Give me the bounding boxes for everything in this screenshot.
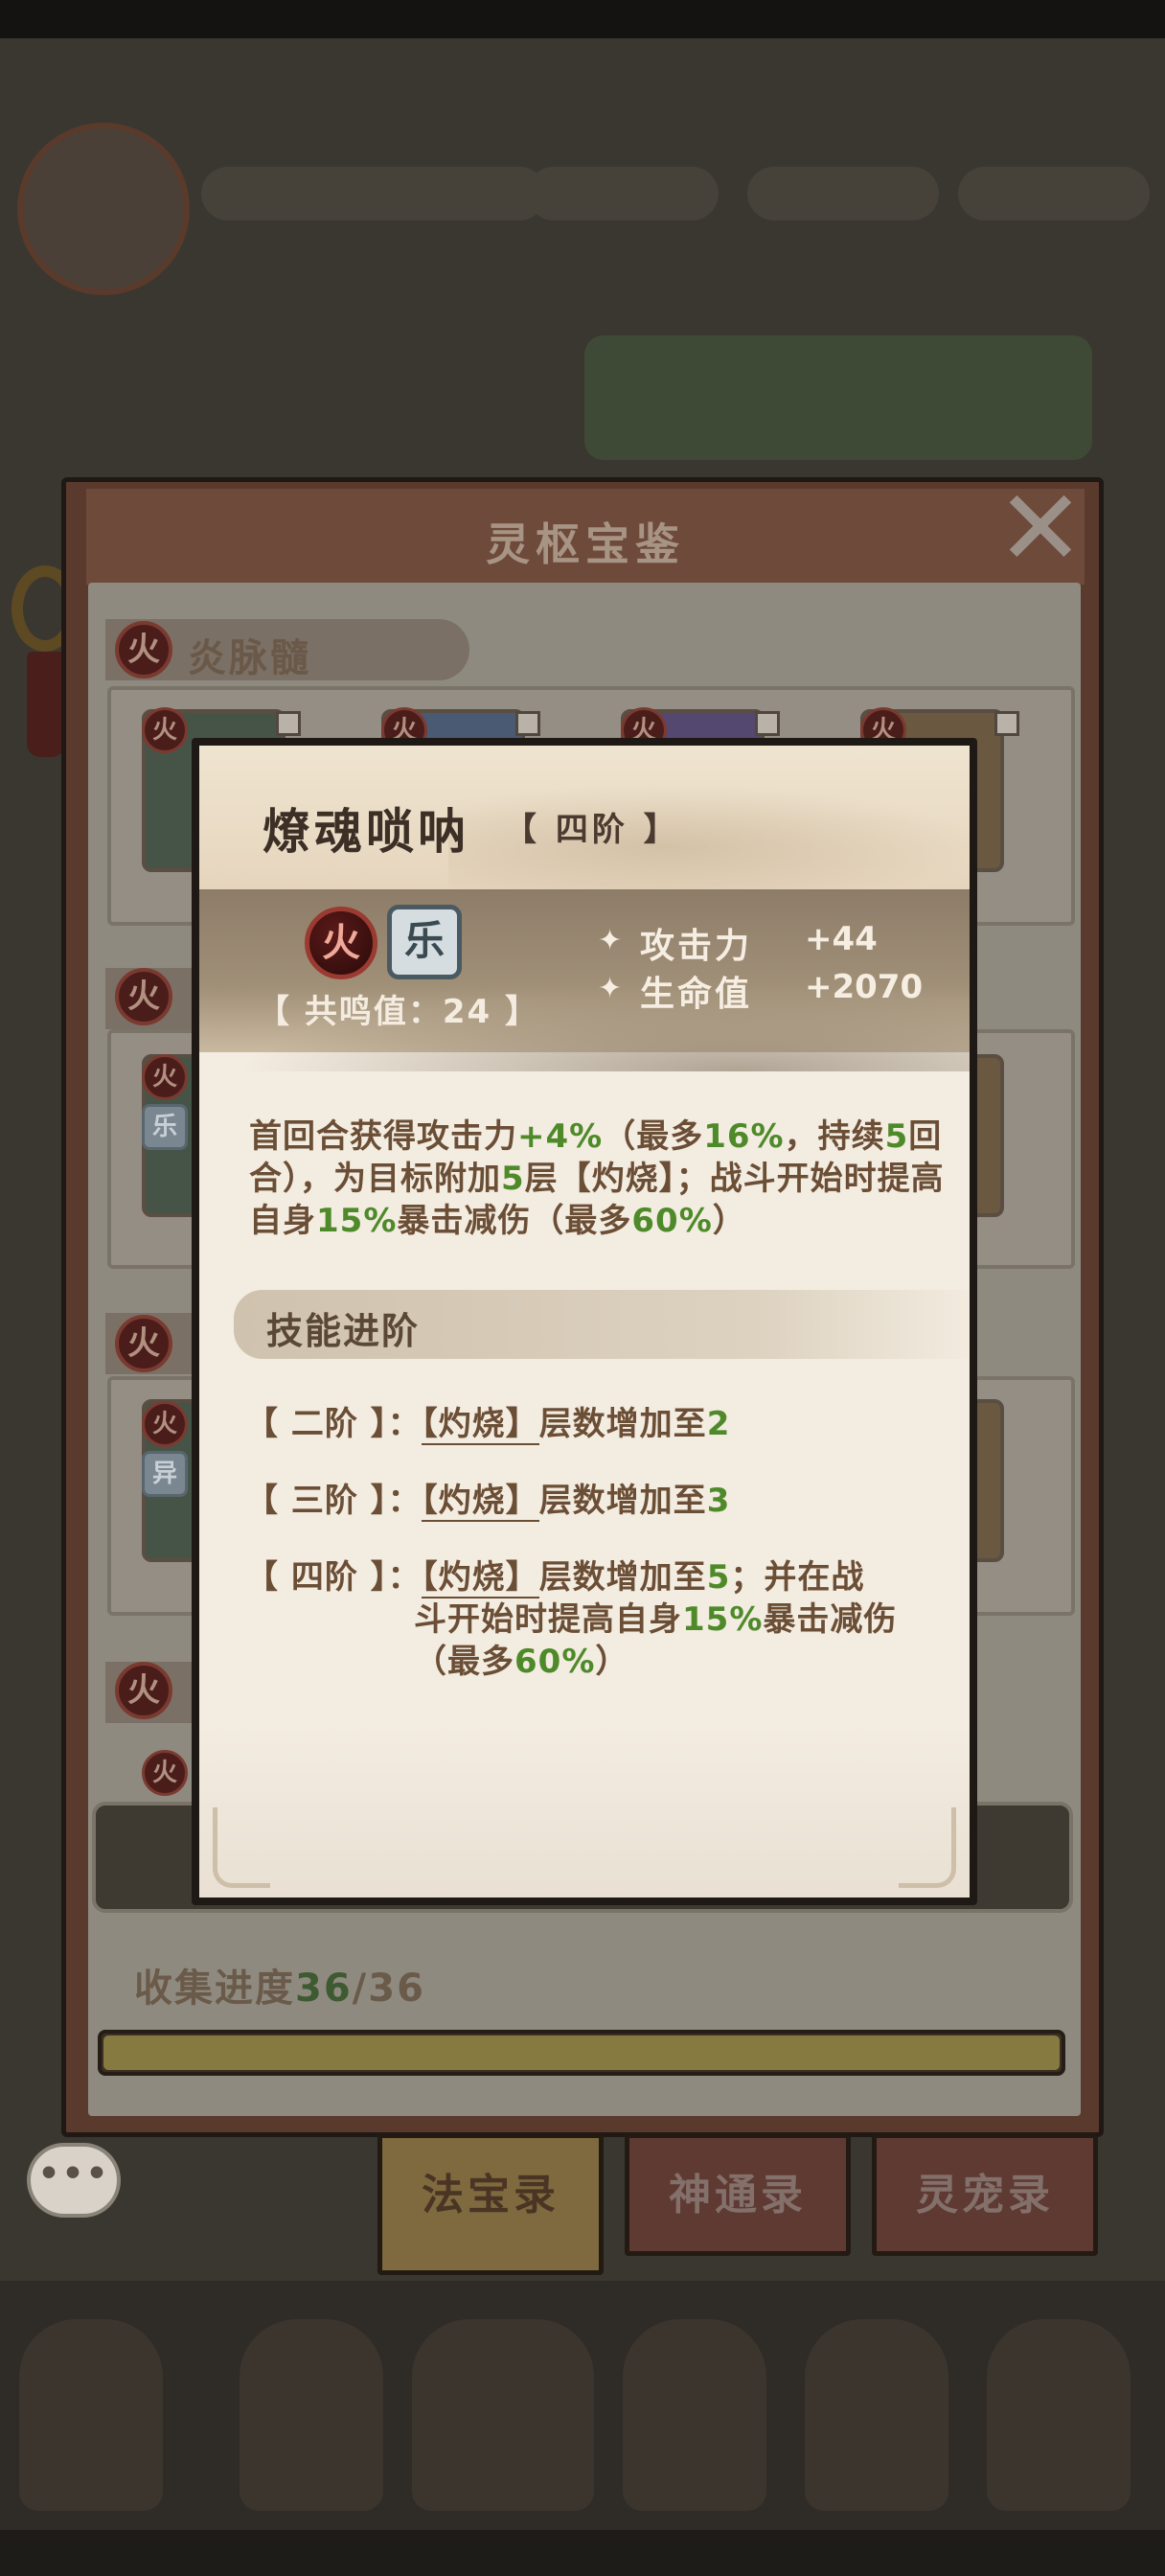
fire-element-icon: 火 <box>115 621 172 678</box>
desc-text: （最多 <box>603 1117 704 1156</box>
tab-divine-arts[interactable]: 神通录 <box>625 2133 851 2256</box>
tassel <box>27 652 65 757</box>
star-icon: ✦ <box>598 972 623 1005</box>
stat-attack-value: +44 <box>805 920 878 958</box>
chat-icon[interactable]: ••• <box>27 2143 121 2218</box>
character-figure <box>805 2319 948 2511</box>
player-info-pill <box>201 167 546 220</box>
tab-treasure[interactable]: 法宝录 <box>377 2133 604 2275</box>
fire-element-icon: 火 <box>142 1054 188 1100</box>
skill-advance-title: 技能进阶 <box>266 1310 421 1352</box>
progress-total: 36 <box>368 1966 425 2011</box>
advance-text: 层数增加至 <box>538 1558 707 1597</box>
bottom-bar <box>0 2530 1165 2576</box>
fire-element-icon: 火 <box>115 1315 172 1372</box>
stat-hp-label: 生命值 <box>640 975 753 1014</box>
stat-hp-value: +2070 <box>805 968 924 1006</box>
character-figure <box>19 2319 163 2511</box>
collection-progress-label: 收集进度36/36 <box>134 1957 425 2012</box>
stat-attack-label: 攻击力 <box>640 927 753 966</box>
music-element-icon: 乐 <box>387 905 462 979</box>
player-avatar <box>17 123 190 295</box>
item-description: 首回合获得攻击力+4%（最多16%，持续5回合），为目标附加5层【灼烧】；战斗开… <box>249 1116 948 1242</box>
status-keyword[interactable]: 【灼烧】 <box>421 1482 539 1522</box>
music-element-icon: 乐 <box>142 1104 188 1150</box>
advance-tier-4: 【 四阶 】：【灼烧】层数增加至5；并在战 <box>245 1556 864 1598</box>
alien-element-icon: 异 <box>142 1451 188 1497</box>
fire-element-icon: 火 <box>115 968 172 1025</box>
character-figure <box>623 2319 766 2511</box>
advance-value: 2 <box>706 1405 731 1443</box>
advance-tier-4-line3: （最多60%） <box>414 1641 628 1683</box>
item-detail-popup: 燎魂唢呐 【 四阶 】 火 乐 【 共鸣值：24 】 ✦ 攻击力 +44 ✦ 生… <box>192 738 977 1905</box>
progress-current: 36 <box>295 1966 353 2011</box>
currency-pill <box>747 167 939 220</box>
advance-text: 斗开始时提高自身 <box>414 1600 682 1639</box>
advance-tier-3: 【 三阶 】：【灼烧】层数增加至3 <box>245 1480 730 1522</box>
advance-tier-2: 【 二阶 】：【灼烧】层数增加至2 <box>245 1403 730 1445</box>
character-figure <box>412 2319 594 2511</box>
progress-text: 收集进度 <box>134 1966 295 2011</box>
resonance-value: 【 共鸣值：24 】 <box>257 993 539 1031</box>
advance-text: 暴击减伤 <box>763 1600 898 1639</box>
tab-spirit-pets[interactable]: 灵宠录 <box>872 2133 1098 2256</box>
checkbox[interactable] <box>515 711 540 736</box>
advance-text: ；并在战 <box>730 1558 865 1597</box>
advance-text: 层数增加至 <box>538 1482 707 1520</box>
desc-value: +4% <box>517 1117 604 1156</box>
fire-element-icon: 火 <box>115 1662 172 1719</box>
fire-element-icon: 火 <box>305 907 377 979</box>
desc-value: 60% <box>631 1202 713 1240</box>
status-keyword[interactable]: 【灼烧】 <box>421 1405 539 1445</box>
fire-element-icon: 火 <box>142 1750 188 1796</box>
advance-label: 【 二阶 】： <box>245 1405 422 1443</box>
desc-text: ，持续 <box>784 1117 885 1156</box>
fire-element-icon: 火 <box>142 707 188 753</box>
desc-value: 5 <box>501 1160 525 1198</box>
advance-value: 15% <box>682 1600 764 1639</box>
desc-value: 16% <box>703 1117 785 1156</box>
advance-text: 层数增加至 <box>538 1405 707 1443</box>
background-banner <box>584 335 1092 460</box>
advance-label: 【 三阶 】： <box>245 1482 422 1520</box>
currency-pill <box>527 167 719 220</box>
checkbox[interactable] <box>994 711 1019 736</box>
advance-text: （最多 <box>414 1643 514 1681</box>
checkbox[interactable] <box>276 711 301 736</box>
advance-label: 【 四阶 】： <box>245 1558 422 1597</box>
item-tier: 【 四阶 】 <box>504 811 680 849</box>
status-keyword[interactable]: 【灼烧】 <box>421 1558 539 1598</box>
desc-text: 暴击减伤（最多 <box>397 1202 632 1240</box>
book-title: 灵枢宝鉴 <box>486 518 685 570</box>
section-title: 炎脉髓 <box>188 636 311 680</box>
character-figure <box>987 2319 1131 2511</box>
desc-text: 首回合获得攻击力 <box>249 1117 517 1156</box>
progress-fill <box>103 2036 1060 2070</box>
advance-value: 60% <box>514 1643 596 1681</box>
checkbox[interactable] <box>755 711 780 736</box>
desc-text: ） <box>712 1202 746 1240</box>
advance-text: ） <box>595 1643 629 1681</box>
advance-value: 3 <box>706 1482 731 1520</box>
status-bar <box>0 0 1165 38</box>
star-icon: ✦ <box>598 924 623 957</box>
desc-value: 5 <box>884 1117 909 1156</box>
currency-pill <box>958 167 1150 220</box>
item-name: 燎魂唢呐 <box>263 804 469 860</box>
character-figure <box>240 2319 383 2511</box>
fire-element-icon: 火 <box>142 1401 188 1447</box>
corner-ornament <box>213 1807 270 1888</box>
close-icon[interactable]: ✕ <box>993 475 1088 581</box>
footer-decoration <box>199 1723 970 1898</box>
progress-sep: / <box>352 1966 369 2011</box>
desc-value: 15% <box>316 1202 398 1240</box>
corner-ornament <box>899 1807 956 1888</box>
advance-tier-4-line2: 斗开始时提高自身15%暴击减伤 <box>414 1598 897 1641</box>
advance-value: 5 <box>706 1558 731 1597</box>
